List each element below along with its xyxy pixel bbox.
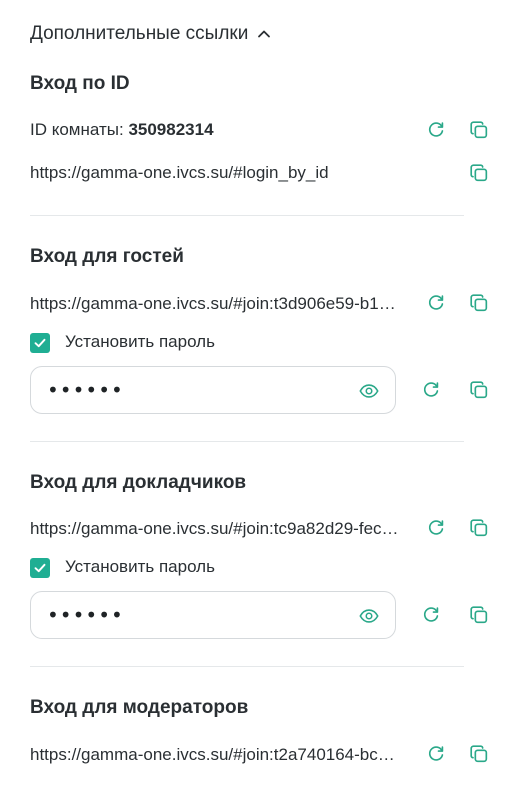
section-title: Дополнительные ссылки [30, 23, 249, 44]
refresh-icon[interactable] [424, 291, 448, 315]
password-mask: •••••• [47, 378, 124, 402]
refresh-icon[interactable] [424, 118, 448, 142]
moderators-url: https://gamma-one.ivcs.su/#join:t2a74016… [30, 745, 395, 764]
copy-icon[interactable] [467, 516, 491, 540]
eye-icon[interactable] [357, 379, 381, 403]
login-by-id-url: https://gamma-one.ivcs.su/#login_by_id [30, 163, 329, 182]
refresh-icon[interactable] [424, 742, 448, 766]
divider [30, 215, 464, 216]
chevron-up-icon [256, 26, 272, 42]
additional-links-header[interactable]: Дополнительные ссылки [30, 21, 272, 47]
refresh-icon[interactable] [419, 378, 443, 402]
guests-password-field[interactable]: •••••• [30, 366, 396, 414]
room-id-line: ID комнаты: 350982314 [30, 120, 214, 140]
speakers-password-label: Установить пароль [65, 557, 215, 576]
room-id-value: 350982314 [128, 120, 214, 139]
guests-title: Вход для гостей [30, 246, 184, 267]
copy-icon[interactable] [467, 118, 491, 142]
divider [30, 441, 464, 442]
speakers-password-field[interactable]: •••••• [30, 591, 396, 639]
copy-icon[interactable] [467, 378, 491, 402]
speakers-password-checkbox[interactable] [30, 558, 50, 578]
refresh-icon[interactable] [419, 603, 443, 627]
check-icon [34, 338, 46, 348]
eye-icon[interactable] [357, 604, 381, 628]
speakers-url: https://gamma-one.ivcs.su/#join:tc9a82d2… [30, 519, 399, 538]
check-icon [34, 563, 46, 573]
room-id-label: ID комнаты: [30, 120, 124, 139]
refresh-icon[interactable] [424, 516, 448, 540]
guests-url: https://gamma-one.ivcs.su/#join:t3d906e5… [30, 294, 396, 313]
moderators-title: Вход для модераторов [30, 697, 249, 718]
guests-password-label: Установить пароль [65, 332, 215, 351]
divider [30, 666, 464, 667]
copy-icon[interactable] [467, 603, 491, 627]
login-by-id-title: Вход по ID [30, 73, 130, 94]
copy-icon[interactable] [467, 291, 491, 315]
speakers-title: Вход для докладчиков [30, 472, 247, 493]
guests-password-checkbox[interactable] [30, 333, 50, 353]
copy-icon[interactable] [467, 742, 491, 766]
password-mask: •••••• [47, 603, 124, 627]
copy-icon[interactable] [467, 161, 491, 185]
